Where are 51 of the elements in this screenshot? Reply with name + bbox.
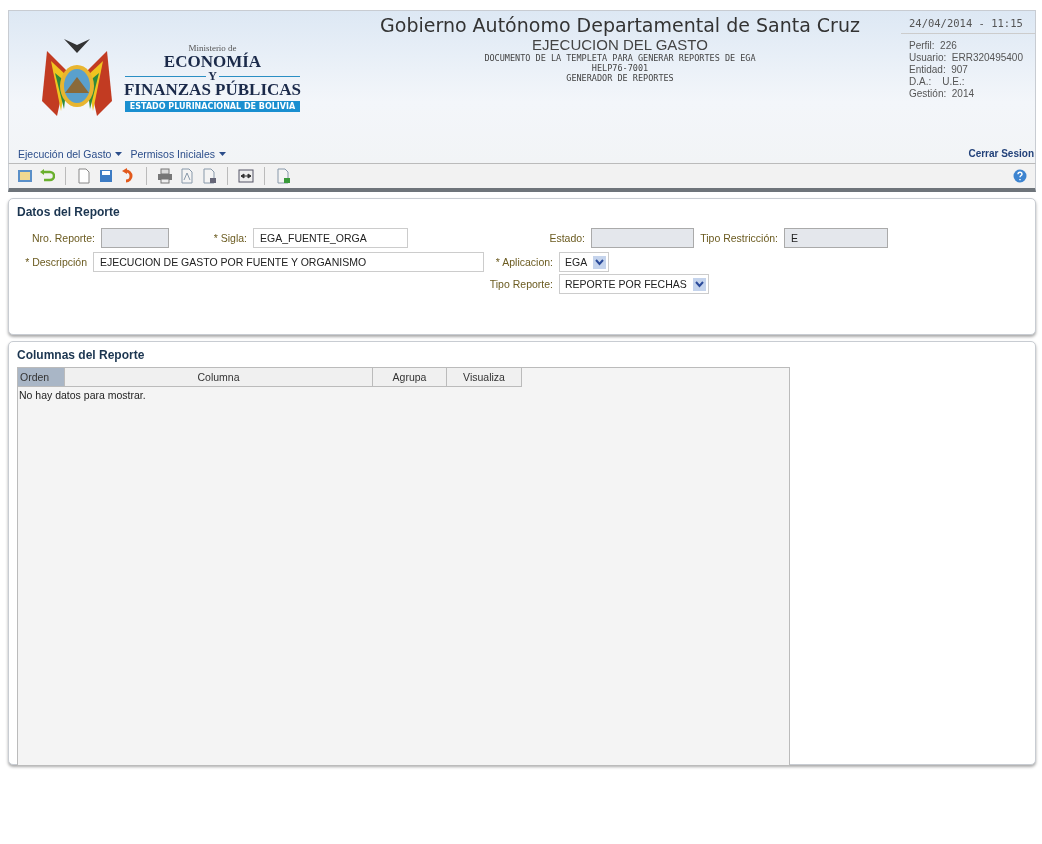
logo-text: Y [208,71,217,81]
date-time: 24/04/2014 - 11:15 [901,17,1035,34]
field-label: Nro. Reporte: [30,232,96,244]
description-field[interactable]: EJECUCION DE GASTO POR FUENTE Y ORGANISMO [93,252,484,272]
column-header[interactable]: Agrupa [373,368,447,386]
logo-text: Ministerio de [188,43,237,53]
header-line: HELP76-7001 [591,63,649,73]
field-label: Tipo Restricción: [699,232,779,244]
sigla-field[interactable]: EGA_FUENTE_ORGA [253,228,408,248]
print-icon[interactable] [157,168,173,184]
page-title: Gobierno Autónomo Departamental de Santa Cruz [380,14,860,36]
header-line: GENERADOR DE REPORTES [566,73,674,83]
session-info: Usuario: ERR320495400 [908,52,1024,64]
fit-width-icon[interactable] [238,168,254,184]
logo-text: ECONOMÍA [163,53,262,71]
session-info: Perfil: 226 [908,40,958,52]
session-info: D.A.: U.E.: [908,76,966,88]
dropdown-caret-icon[interactable] [692,277,706,291]
save-icon[interactable] [98,168,114,184]
field-label: * Sigla: [212,232,248,244]
menu-item[interactable]: Permisos Iniciales [130,145,226,163]
new-page-icon[interactable] [76,168,92,184]
header-line: DOCUMENTO DE LA TEMPLETA PARA GENERAR REPORTES DE EGA [484,53,756,63]
menu-item[interactable]: Ejecución del Gasto [18,145,123,163]
session-info: Entidad: 907 [908,64,969,76]
undo-icon[interactable] [39,168,55,184]
logo-text: FINANZAS PÚBLICAS [123,81,302,99]
field-label: * Aplicacion: [494,256,554,268]
column-header[interactable]: Visualiza [447,368,522,386]
dropdown-caret-icon[interactable] [115,152,123,156]
field-label: * Descripción [24,256,88,268]
spreadsheet-export-icon[interactable] [275,168,291,184]
panel-title: Columnas del Reporte [17,348,146,362]
help-icon[interactable] [1013,169,1027,183]
column-header[interactable]: Columna [65,368,373,386]
document-icon[interactable] [179,168,195,184]
panel-title: Datos del Reporte [17,205,121,219]
dropdown-caret-icon[interactable] [593,255,607,269]
page-subtitle: EJECUCION DEL GASTO [532,36,708,53]
picture-icon[interactable] [17,168,33,184]
report-type-dropdown[interactable]: REPORTE POR FECHAS [559,274,709,294]
empty-message: No hay datos para mostrar. [18,388,147,403]
logout-link[interactable]: Cerrar Sesion [968,148,1034,159]
document-export-icon[interactable] [201,168,217,184]
application-dropdown[interactable]: EGA [559,252,610,272]
session-info: Gestión: 2014 [908,88,976,100]
column-header[interactable]: Orden [18,368,65,386]
field-label: Estado: [548,232,586,244]
logo-banner: ESTADO PLURINACIONAL DE BOLIVIA [125,101,300,112]
field-label: Tipo Reporte: [488,278,554,290]
dropdown-caret-icon[interactable] [219,152,226,156]
